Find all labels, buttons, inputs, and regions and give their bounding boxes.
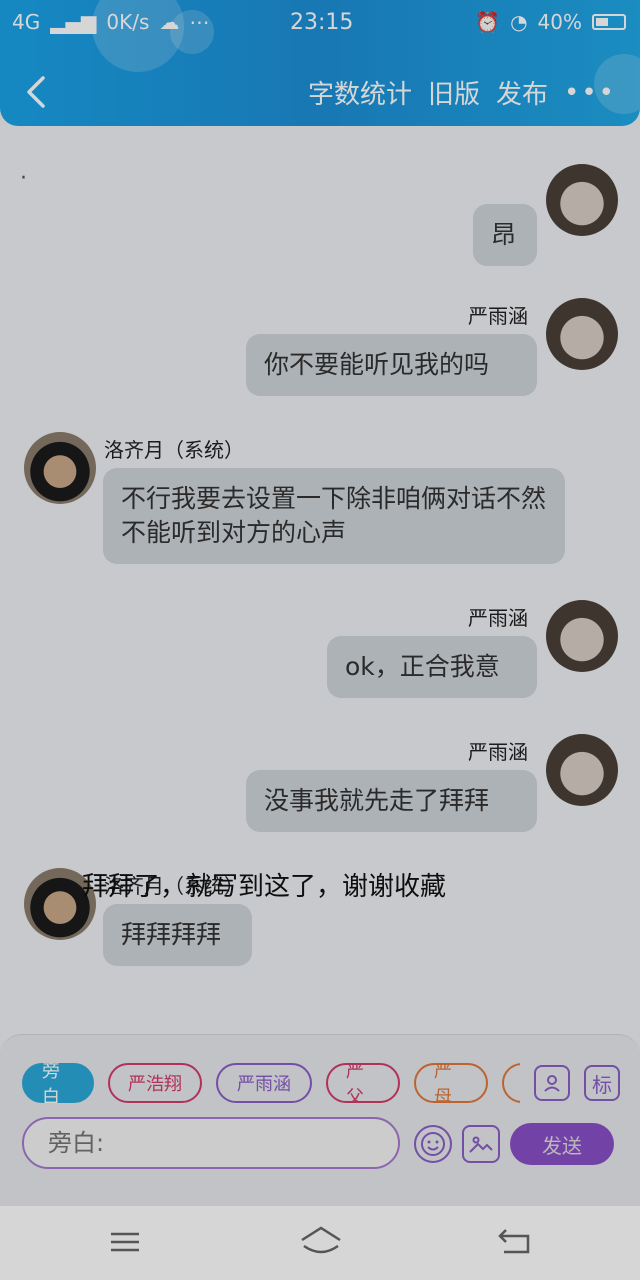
message-bubble[interactable]: 拜拜拜拜 bbox=[103, 904, 252, 966]
image-icon[interactable] bbox=[462, 1125, 500, 1163]
chip-role[interactable]: 严父 bbox=[326, 1063, 400, 1103]
message-bubble[interactable]: 你不要能听见我的吗 bbox=[246, 334, 537, 396]
message-bubble[interactable]: 昂 bbox=[473, 204, 537, 266]
message-input-wrapper[interactable] bbox=[22, 1117, 400, 1169]
status-bar: 4G ▂▄▆ 0K/s ☁ ⋯ 23:15 ⏰ ◔ 40% bbox=[0, 0, 640, 44]
sender-name: 严雨涵 bbox=[468, 304, 528, 328]
menu-icon[interactable] bbox=[106, 1224, 146, 1260]
story-dot: · bbox=[20, 166, 27, 191]
back-button[interactable] bbox=[18, 72, 54, 112]
message-input[interactable] bbox=[48, 1129, 368, 1157]
back-nav-icon[interactable] bbox=[496, 1224, 536, 1260]
chip-role[interactable]: 严浩翔 bbox=[108, 1063, 202, 1103]
more-button[interactable]: ••• bbox=[564, 78, 616, 108]
signal-icon: ▂▄▆ bbox=[50, 10, 97, 34]
avatar[interactable] bbox=[546, 298, 618, 370]
avatar[interactable] bbox=[24, 432, 96, 504]
chip-role[interactable]: 严母 bbox=[414, 1063, 488, 1103]
system-nav-bar bbox=[0, 1206, 640, 1280]
send-button[interactable]: 发送 bbox=[510, 1123, 614, 1165]
role-chip-row: 旁白 严浩翔 严雨涵 严父 严母 bbox=[22, 1063, 520, 1103]
overflow-icon: ⋯ bbox=[189, 10, 210, 34]
chip-role[interactable]: 严雨涵 bbox=[216, 1063, 312, 1103]
old-version-button[interactable]: 旧版 bbox=[428, 74, 480, 111]
battery-percent: 40% bbox=[537, 10, 582, 34]
sender-name: 洛齐月（系统） bbox=[104, 438, 244, 462]
sender-name: 严雨涵 bbox=[468, 740, 528, 764]
header-actions: 字数统计 旧版 发布 ••• bbox=[308, 74, 616, 111]
publish-button[interactable]: 发布 bbox=[496, 74, 548, 111]
tag-button[interactable]: 标 bbox=[584, 1065, 620, 1101]
word-count-button[interactable]: 字数统计 bbox=[308, 74, 412, 111]
home-icon[interactable] bbox=[298, 1224, 344, 1260]
avatar[interactable] bbox=[546, 600, 618, 672]
person-icon[interactable] bbox=[534, 1065, 570, 1101]
sender-name: 严雨涵 bbox=[468, 606, 528, 630]
message-bubble[interactable]: 不行我要去设置一下除非咱俩对话不然不能听到对方的心声 bbox=[103, 468, 565, 564]
clock: 23:15 bbox=[290, 10, 354, 35]
chip-narrator[interactable]: 旁白 bbox=[22, 1063, 94, 1103]
avatar[interactable] bbox=[546, 734, 618, 806]
closing-text: 拜拜了，就写到这了，谢谢收藏 bbox=[82, 872, 447, 902]
network-speed: 0K/s bbox=[106, 10, 150, 34]
chip-role[interactable] bbox=[502, 1063, 520, 1103]
wifi-icon: ◔ bbox=[510, 10, 528, 34]
notification-icon: ☁ bbox=[159, 10, 180, 34]
avatar[interactable] bbox=[546, 164, 618, 236]
message-bubble[interactable]: 没事我就先走了拜拜 bbox=[246, 770, 537, 832]
battery-icon bbox=[592, 14, 626, 30]
alarm-icon: ⏰ bbox=[475, 10, 501, 34]
composer-panel: 旁白 严浩翔 严雨涵 严父 严母 标 发送 bbox=[0, 1034, 640, 1206]
back-arrow-icon bbox=[27, 76, 45, 108]
message-bubble[interactable]: ok，正合我意 bbox=[327, 636, 537, 698]
emoji-icon[interactable] bbox=[414, 1125, 452, 1163]
header-row: 字数统计 旧版 发布 ••• bbox=[0, 62, 640, 122]
network-type: 4G bbox=[12, 10, 41, 34]
